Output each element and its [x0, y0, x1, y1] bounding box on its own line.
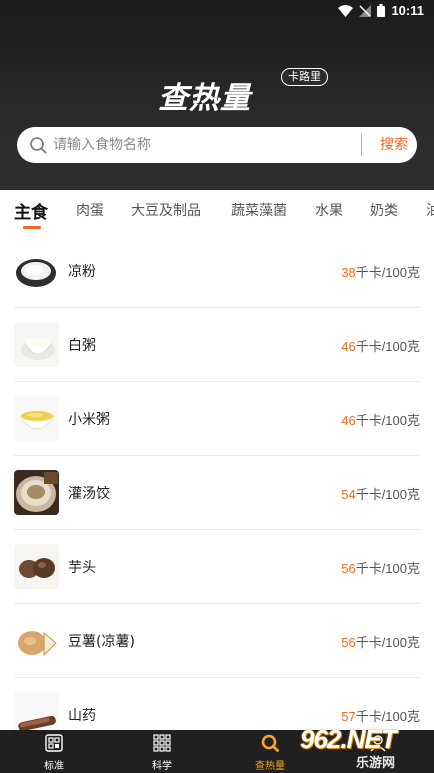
nav-label: 科学 [152, 761, 172, 772]
active-tab-indicator [23, 226, 41, 229]
scan-icon [45, 734, 63, 752]
tab-soy[interactable]: 大豆及制品 [131, 200, 201, 220]
food-item[interactable]: 小米粥 46千卡/100克 [14, 382, 420, 456]
tab-fruit[interactable]: 水果 [315, 200, 343, 220]
food-name: 凉粉 [68, 264, 96, 280]
category-tabs: 主食 肉蛋 大豆及制品 蔬菜藻菌 水果 奶类 油 [0, 190, 434, 232]
status-time: 10:11 [391, 3, 424, 18]
battery-icon [377, 4, 386, 17]
app-root: 10:11 查热量 卡路里 搜索 主食 肉蛋 大豆及制品 蔬菜藻菌 水果 奶类 … [0, 0, 434, 773]
tab-vegetables[interactable]: 蔬菜藻菌 [231, 200, 287, 220]
nav-science[interactable]: 科学 [108, 730, 216, 773]
food-thumbnail [14, 544, 59, 589]
food-name: 山药 [68, 708, 96, 724]
header: 10:11 查热量 卡路里 搜索 [0, 0, 434, 190]
tab-staple[interactable]: 主食 [14, 198, 48, 223]
brand-title: 查热量 [158, 81, 251, 116]
status-bar: 10:11 [0, 0, 434, 24]
food-item[interactable]: 芋头 56千卡/100克 [14, 530, 420, 604]
tab-dairy[interactable]: 奶类 [370, 200, 398, 220]
food-calories: 56千卡/100克 [341, 635, 420, 650]
food-thumbnail [14, 470, 59, 515]
watermark-subtitle: 乐游网 [356, 756, 396, 771]
nav-standard[interactable]: 标准 [0, 730, 108, 773]
watermark-logo: 962.NET [300, 724, 397, 754]
food-calories: 46千卡/100克 [341, 413, 420, 428]
search-button[interactable]: 搜索 [371, 127, 417, 163]
food-calories: 46千卡/100克 [341, 339, 420, 354]
signal-icon [359, 4, 372, 17]
food-calories: 38千卡/100克 [341, 265, 420, 280]
watermark: 962.NET 乐游网 [296, 722, 434, 773]
food-thumbnail [14, 396, 59, 441]
brand-subtitle-badge: 卡路里 [281, 68, 328, 86]
food-name: 白粥 [68, 338, 96, 354]
food-thumbnail [14, 322, 59, 367]
food-list: 凉粉 38千卡/100克 白粥 46千卡/100克 小米粥 46千卡/100克 [0, 234, 434, 730]
search-divider [361, 134, 362, 156]
brand-logo: 查热量 卡路里 [158, 68, 328, 116]
food-item[interactable]: 灌汤饺 54千卡/100克 [14, 456, 420, 530]
tab-meat-egg[interactable]: 肉蛋 [76, 200, 104, 220]
food-name: 豆薯(凉薯) [68, 634, 135, 650]
food-item[interactable]: 白粥 46千卡/100克 [14, 308, 420, 382]
status-icons: 10:11 [338, 3, 424, 18]
search-icon [261, 734, 279, 752]
food-item[interactable]: 凉粉 38千卡/100克 [14, 234, 420, 308]
food-calories: 56千卡/100克 [341, 561, 420, 576]
wifi-icon [338, 4, 354, 17]
food-thumbnail [14, 618, 59, 663]
food-calories: 54千卡/100克 [341, 487, 420, 502]
grid-icon [153, 734, 171, 752]
search-bar: 搜索 [17, 127, 417, 163]
tab-oil[interactable]: 油 [426, 200, 434, 220]
search-input[interactable] [53, 127, 373, 163]
search-icon [30, 137, 47, 154]
food-thumbnail [14, 692, 59, 730]
food-item[interactable]: 豆薯(凉薯) 56千卡/100克 [14, 604, 420, 678]
food-name: 芋头 [68, 560, 96, 576]
nav-label: 标准 [44, 761, 64, 772]
food-name: 小米粥 [68, 412, 110, 428]
food-name: 灌汤饺 [68, 486, 110, 502]
food-thumbnail [14, 248, 59, 293]
